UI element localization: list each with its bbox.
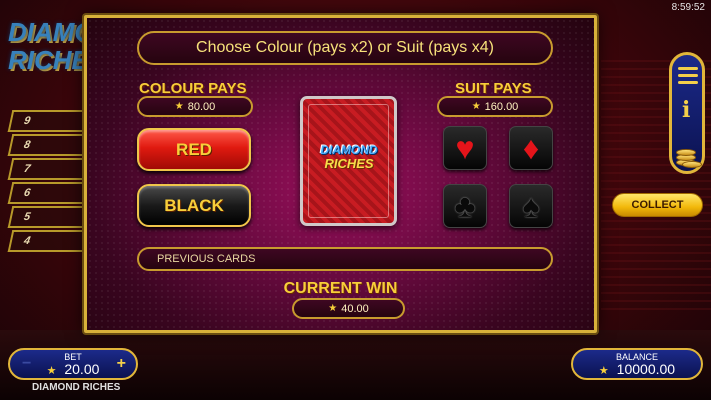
bet-value: 20.00	[64, 361, 100, 377]
current-win-heading: CURRENT WIN	[283, 280, 398, 297]
balance-value: 10000.00	[616, 361, 676, 377]
heart-icon: ♥	[455, 129, 475, 166]
suit-pays-value: 160.00	[484, 100, 519, 113]
colour-pays-value: 80.00	[187, 100, 216, 113]
previous-cards-label: PREVIOUS CARDS	[157, 253, 256, 265]
gamble-modal: Choose Colour (pays x2) or Suit (pays x4…	[84, 15, 597, 333]
hamburger-menu-icon[interactable]	[678, 67, 698, 84]
star-icon: ★	[598, 365, 609, 377]
black-button[interactable]: BLACK	[137, 184, 251, 227]
colour-pays-amount: ★ 80.00	[137, 96, 253, 117]
system-clock: 8:59:52	[671, 2, 705, 13]
bet-increase-button[interactable]: +	[117, 355, 126, 373]
coins-icon[interactable]	[674, 139, 702, 169]
info-icon[interactable]: i	[682, 97, 690, 123]
side-menu-panel: i	[669, 52, 705, 174]
current-win-value: 40.00	[341, 302, 369, 315]
card-logo-line-2: RICHES	[324, 156, 374, 171]
diamond-icon: ♦	[522, 129, 540, 166]
club-suit-button[interactable]: ♣	[443, 184, 487, 228]
spade-suit-button[interactable]: ♠	[509, 184, 553, 228]
gamble-title: Choose Colour (pays x2) or Suit (pays x4…	[137, 31, 553, 65]
star-icon: ★	[174, 101, 184, 112]
colour-pays-heading: COLOUR PAYS	[139, 80, 247, 97]
game-name: DIAMOND RICHES	[32, 382, 121, 393]
previous-cards-bar: PREVIOUS CARDS	[137, 247, 553, 271]
balance-amount: ★ 10000.00	[573, 362, 701, 379]
ladder-rung: 8	[7, 134, 93, 156]
club-icon: ♣	[454, 187, 476, 224]
card-back-logo: DIAMOND RICHES	[297, 143, 401, 171]
ladder-rung: 5	[7, 206, 93, 228]
suit-pays-heading: SUIT PAYS	[455, 80, 532, 97]
balance-display: BALANCE ★ 10000.00	[571, 348, 703, 380]
heart-suit-button[interactable]: ♥	[443, 126, 487, 170]
ladder-rung: 6	[7, 182, 93, 204]
spade-icon: ♠	[522, 187, 540, 224]
red-button[interactable]: RED	[137, 128, 251, 171]
card-logo-line-1: DIAMOND	[320, 143, 378, 157]
ladder-rung: 7	[7, 158, 93, 180]
star-icon: ★	[328, 303, 338, 314]
background-gamble-ladder: 9 8 7 6 5 4	[7, 110, 93, 300]
background-game-logo: DIAMOND RICHES	[8, 18, 132, 88]
ladder-rung: 4	[7, 230, 93, 252]
face-down-card: DIAMOND RICHES	[300, 96, 397, 226]
suit-pays-amount: ★ 160.00	[437, 96, 553, 117]
diamond-suit-button[interactable]: ♦	[509, 126, 553, 170]
bet-control: − BET ★ 20.00 +	[8, 348, 138, 380]
collect-button[interactable]: COLLECT	[612, 193, 703, 217]
bet-decrease-button[interactable]: −	[22, 355, 31, 373]
ladder-rung: 9	[7, 110, 93, 132]
star-icon: ★	[471, 101, 481, 112]
star-icon: ★	[46, 365, 57, 377]
current-win-amount: ★ 40.00	[292, 298, 405, 319]
